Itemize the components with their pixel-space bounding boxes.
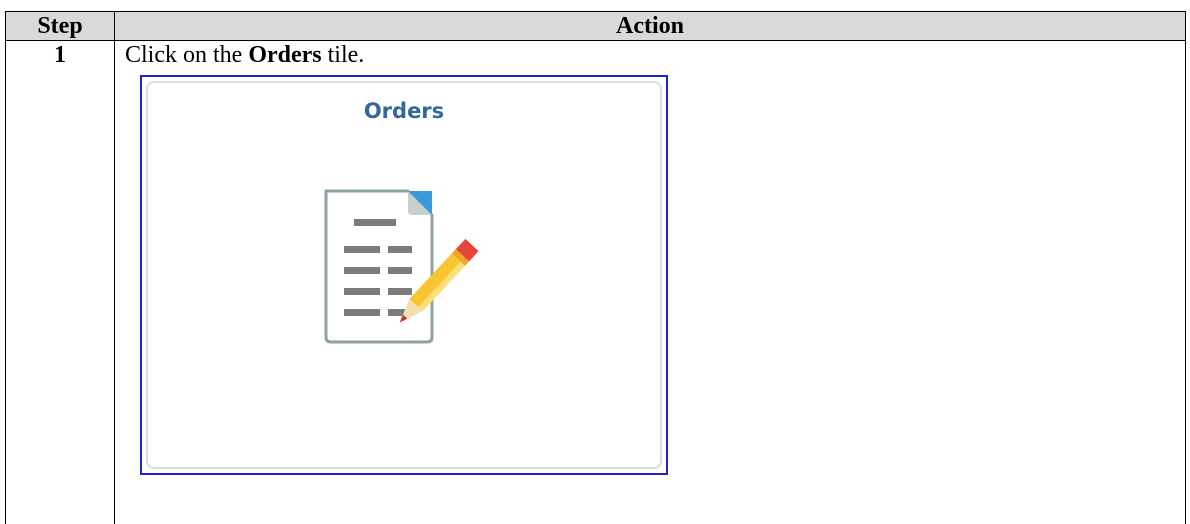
instruction-bold-term: Orders xyxy=(248,42,322,68)
document-page: Step Action 1 Click on the Orders tile. … xyxy=(0,0,1190,524)
orders-document-pencil-icon xyxy=(320,189,485,349)
step-column-header: Step xyxy=(5,11,115,41)
action-cell: Click on the Orders tile. Orders xyxy=(114,40,1186,524)
steps-table: Step Action 1 Click on the Orders tile. … xyxy=(5,11,1186,524)
instruction-text: Click on the Orders tile. xyxy=(125,41,1185,70)
table-header-row: Step Action xyxy=(5,11,1186,41)
orders-tile-title: Orders xyxy=(363,99,445,123)
tile-highlight-frame: Orders xyxy=(140,75,668,475)
instruction-suffix: tile. xyxy=(321,42,365,68)
orders-tile[interactable]: Orders xyxy=(146,81,662,469)
instruction-prefix: Click on the xyxy=(125,42,249,68)
step-number: 1 xyxy=(5,40,115,524)
table-row: 1 Click on the Orders tile. Orders xyxy=(5,40,1186,524)
action-column-header: Action xyxy=(114,11,1186,41)
